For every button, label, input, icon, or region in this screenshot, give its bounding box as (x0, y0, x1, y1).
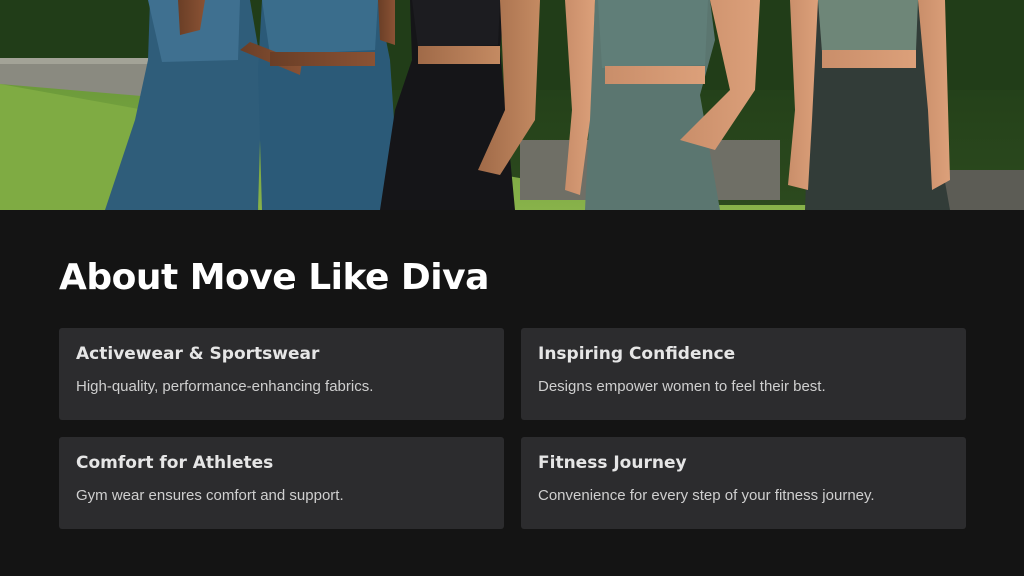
feature-card-confidence: Inspiring Confidence Designs empower wom… (521, 328, 966, 420)
feature-card-description: Gym wear ensures comfort and support. (76, 487, 344, 504)
feature-card-comfort: Comfort for Athletes Gym wear ensures co… (59, 437, 504, 529)
feature-card-description: High-quality, performance-enhancing fabr… (76, 378, 374, 395)
feature-card-title: Comfort for Athletes (76, 453, 274, 473)
about-section: About Move Like Diva Activewear & Sports… (0, 210, 1024, 576)
feature-card-description: Convenience for every step of your fitne… (538, 487, 875, 504)
section-title: About Move Like Diva (59, 257, 489, 298)
activewear-models-image (0, 0, 1024, 210)
feature-card-fitness-journey: Fitness Journey Convenience for every st… (521, 437, 966, 529)
feature-card-activewear: Activewear & Sportswear High-quality, pe… (59, 328, 504, 420)
feature-card-title: Fitness Journey (538, 453, 687, 473)
feature-card-title: Inspiring Confidence (538, 344, 736, 364)
hero-photo (0, 0, 1024, 210)
feature-card-description: Designs empower women to feel their best… (538, 378, 826, 395)
feature-card-title: Activewear & Sportswear (76, 344, 320, 364)
